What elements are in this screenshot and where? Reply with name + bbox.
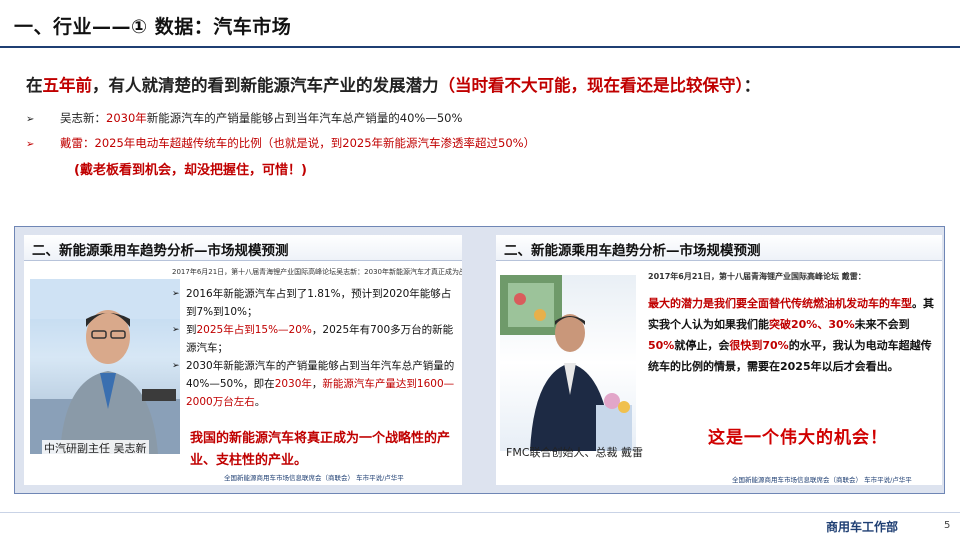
speaker-dai-image	[500, 275, 632, 451]
headline-red-years: 五年前	[42, 76, 93, 95]
bullet-arrow-icon: ➢	[26, 139, 35, 150]
left-bullet-3-red-year: 2030年	[274, 378, 312, 390]
right-card-footer: 全国新能源商用车市场信息联席会（商联会） 车市平说/卢华平	[732, 476, 912, 484]
bullet-arrow-icon: ➢	[172, 361, 180, 371]
left-slide-card: 二、新能源乘用车趋势分析—市场规模预测 2017年6月21日，第十八届青海锂产业…	[24, 235, 462, 485]
headline-post: ：	[743, 76, 761, 95]
bullet-wu-name: 吴志新：	[60, 111, 106, 125]
bullet-dai-red: 到2025年新能源汽车渗透率超过50%	[330, 136, 524, 150]
left-bullet-2-a: 到	[186, 324, 197, 336]
left-bullet-list: ➢ 2016年新能源汽车占到了1.81%，预计到2020年能够占到7%到10%； …	[172, 285, 456, 411]
headline-red-remark: （当时看不大可能，现在看还是比较保守）	[438, 76, 744, 95]
right-quote-red-1: 最大的潜力是我们要全面替代传统燃油机发动车的车型	[648, 297, 912, 310]
right-quote-red-3: 50%	[648, 339, 675, 352]
left-speaker-caption: 中汽研副主任 吴志新	[42, 440, 149, 456]
left-callout: 我国的新能源汽车将真正成为一个战略性的产业、支柱性的产业。	[190, 431, 451, 468]
right-card-title: 二、新能源乘用车趋势分析—市场规模预测	[496, 235, 942, 261]
headline: 在五年前，有人就清楚的看到新能源汽车产业的发展潜力（当时看不大可能，现在看还是比…	[26, 72, 760, 96]
right-quote-text-2: 未来不会到	[854, 318, 910, 331]
right-slide-card: 二、新能源乘用车趋势分析—市场规模预测 2017年6月21日，第十八届青海锂产业…	[496, 235, 942, 485]
footer-divider	[0, 512, 960, 513]
speaker-photo-dai	[500, 275, 636, 451]
headline-mid: ，有人就清楚的看到新能源汽车产业的发展潜力	[92, 76, 439, 95]
left-card-title: 二、新能源乘用车趋势分析—市场规模预测	[24, 235, 462, 261]
page-number: 5	[944, 520, 951, 531]
left-bullet-1: ➢ 2016年新能源汽车占到了1.81%，预计到2020年能够占到7%到10%；	[172, 285, 456, 321]
footer-brand: 商用车工作部	[826, 520, 899, 534]
bullet-dai-text: 戴雷：2025年电动车超越传统车的比例（也就是说，	[60, 136, 331, 150]
left-bullet-1-text: 2016年新能源汽车占到了1.81%，预计到2020年能够占到7%到10%；	[186, 288, 452, 318]
bullet-arrow-icon: ➢	[26, 114, 35, 125]
speaker-photo-wu	[30, 279, 180, 454]
right-quote-red-2: 突破20%、30%	[769, 318, 855, 331]
left-bullet-3-b: ，	[311, 378, 323, 390]
comment-note: (戴老板看到机会，却没把握住，可惜！)	[74, 163, 307, 178]
right-speaker-caption: FMC联合创始人、总裁 戴雷	[506, 446, 643, 459]
right-card-subtitle: 2017年6月21日，第十八届青海锂产业国际高峰论坛 戴雷：	[648, 272, 866, 281]
left-bullet-3-c: 。	[254, 396, 266, 408]
bullet-dai-close: ）	[523, 136, 536, 150]
right-callout: 这是一个伟大的机会！	[708, 428, 888, 448]
bullet-wu: ➢ 吴志新：2030年新能源汽车的产销量能够占到当年汽车总产销量的40%—50%	[26, 110, 462, 126]
bullet-wu-year: 2030年	[106, 111, 147, 125]
bullet-arrow-icon: ➢	[172, 325, 180, 335]
speaker-wu-image	[30, 279, 180, 454]
bullet-arrow-icon: ➢	[172, 289, 180, 299]
headline-pre: 在	[26, 76, 43, 95]
bullet-dai: ➢ 戴雷：2025年电动车超越传统车的比例（也就是说，到2025年新能源汽车渗透率…	[26, 135, 535, 151]
left-bullet-3: ➢ 2030年新能源汽车的产销量能够占到当年汽车总产销量的40%—50%，即在20…	[172, 357, 456, 411]
left-card-footer: 全国新能源商用车市场信息联席会（商联会） 车市平说/卢华平	[224, 474, 404, 482]
left-bullet-2-red: 2025年占到15%—20%	[196, 324, 312, 336]
title-divider	[0, 46, 960, 48]
right-quote: 最大的潜力是我们要全面替代传统燃油机发动车的车型。其实我个人认为如果我们能突破2…	[648, 293, 934, 377]
bullet-wu-text: 新能源汽车的产销量能够占到当年汽车总产销量的40%—50%	[146, 111, 463, 125]
left-bullet-2: ➢ 到2025年占到15%—20%，2025年有700多万台的新能源汽车；	[172, 321, 456, 357]
right-quote-red-4: 很快到70%	[729, 339, 789, 352]
slide-title: 一、行业——① 数据：汽车市场	[14, 16, 292, 38]
left-card-subtitle: 2017年6月21日，第十八届青海锂产业国际高峰论坛吴志新：2030年新能源汽车…	[172, 268, 462, 276]
right-quote-text-3: 就停止，会	[674, 339, 730, 352]
